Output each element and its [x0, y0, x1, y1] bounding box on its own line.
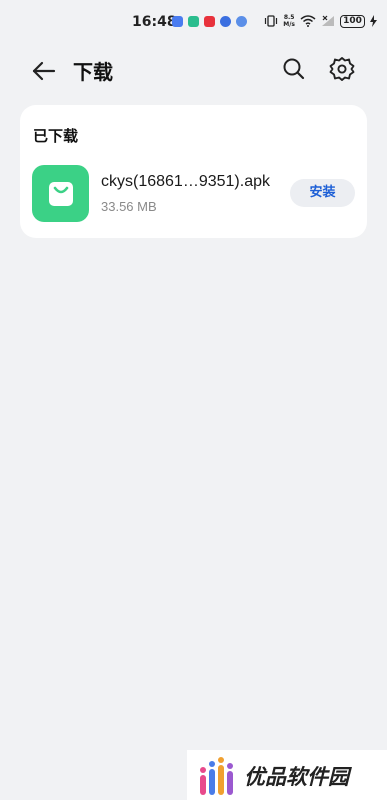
gear-icon — [329, 57, 355, 81]
notification-app-icon — [220, 16, 231, 27]
battery-indicator: 100 — [340, 14, 365, 28]
shopping-bag-icon — [48, 181, 73, 206]
notification-icons — [172, 16, 247, 27]
download-item[interactable]: ckys(16861…9351).apk 33.56 MB 安装 — [20, 163, 367, 225]
section-title: 已下载 — [33, 127, 79, 145]
watermark: 优品软件园 — [187, 750, 387, 800]
settings-button[interactable] — [328, 55, 356, 83]
search-icon — [283, 58, 305, 80]
notification-app-icon — [236, 16, 247, 27]
signal-icon — [322, 15, 334, 26]
file-name: ckys(16861…9351).apk — [101, 173, 270, 190]
status-time: 16:48 — [132, 14, 177, 30]
search-button[interactable] — [280, 55, 308, 83]
vibrate-icon — [265, 15, 278, 27]
status-bar: 16:48 8.5 M/s 100 — [0, 0, 387, 44]
notification-app-icon — [188, 16, 199, 27]
downloaded-card: 已下载 ckys(16861…9351).apk 33.56 MB 安装 — [20, 105, 367, 238]
watermark-logo-icon — [200, 757, 233, 795]
wifi-icon — [300, 15, 316, 27]
app-bar: 下载 — [0, 50, 387, 90]
notification-app-icon — [172, 16, 183, 27]
app-icon — [32, 165, 89, 222]
charging-icon — [370, 15, 377, 27]
notification-app-icon — [204, 16, 215, 27]
status-indicators: 8.5 M/s 100 — [264, 14, 377, 28]
network-speed-value: 8.5 — [283, 14, 295, 21]
back-button[interactable] — [29, 56, 59, 86]
network-speed: 8.5 M/s — [283, 14, 295, 28]
network-speed-unit: M/s — [283, 21, 295, 28]
watermark-text: 优品软件园 — [244, 765, 349, 789]
page-title: 下载 — [73, 60, 113, 84]
back-arrow-icon — [32, 61, 56, 81]
install-button[interactable]: 安装 — [290, 179, 355, 207]
file-size: 33.56 MB — [101, 199, 157, 214]
